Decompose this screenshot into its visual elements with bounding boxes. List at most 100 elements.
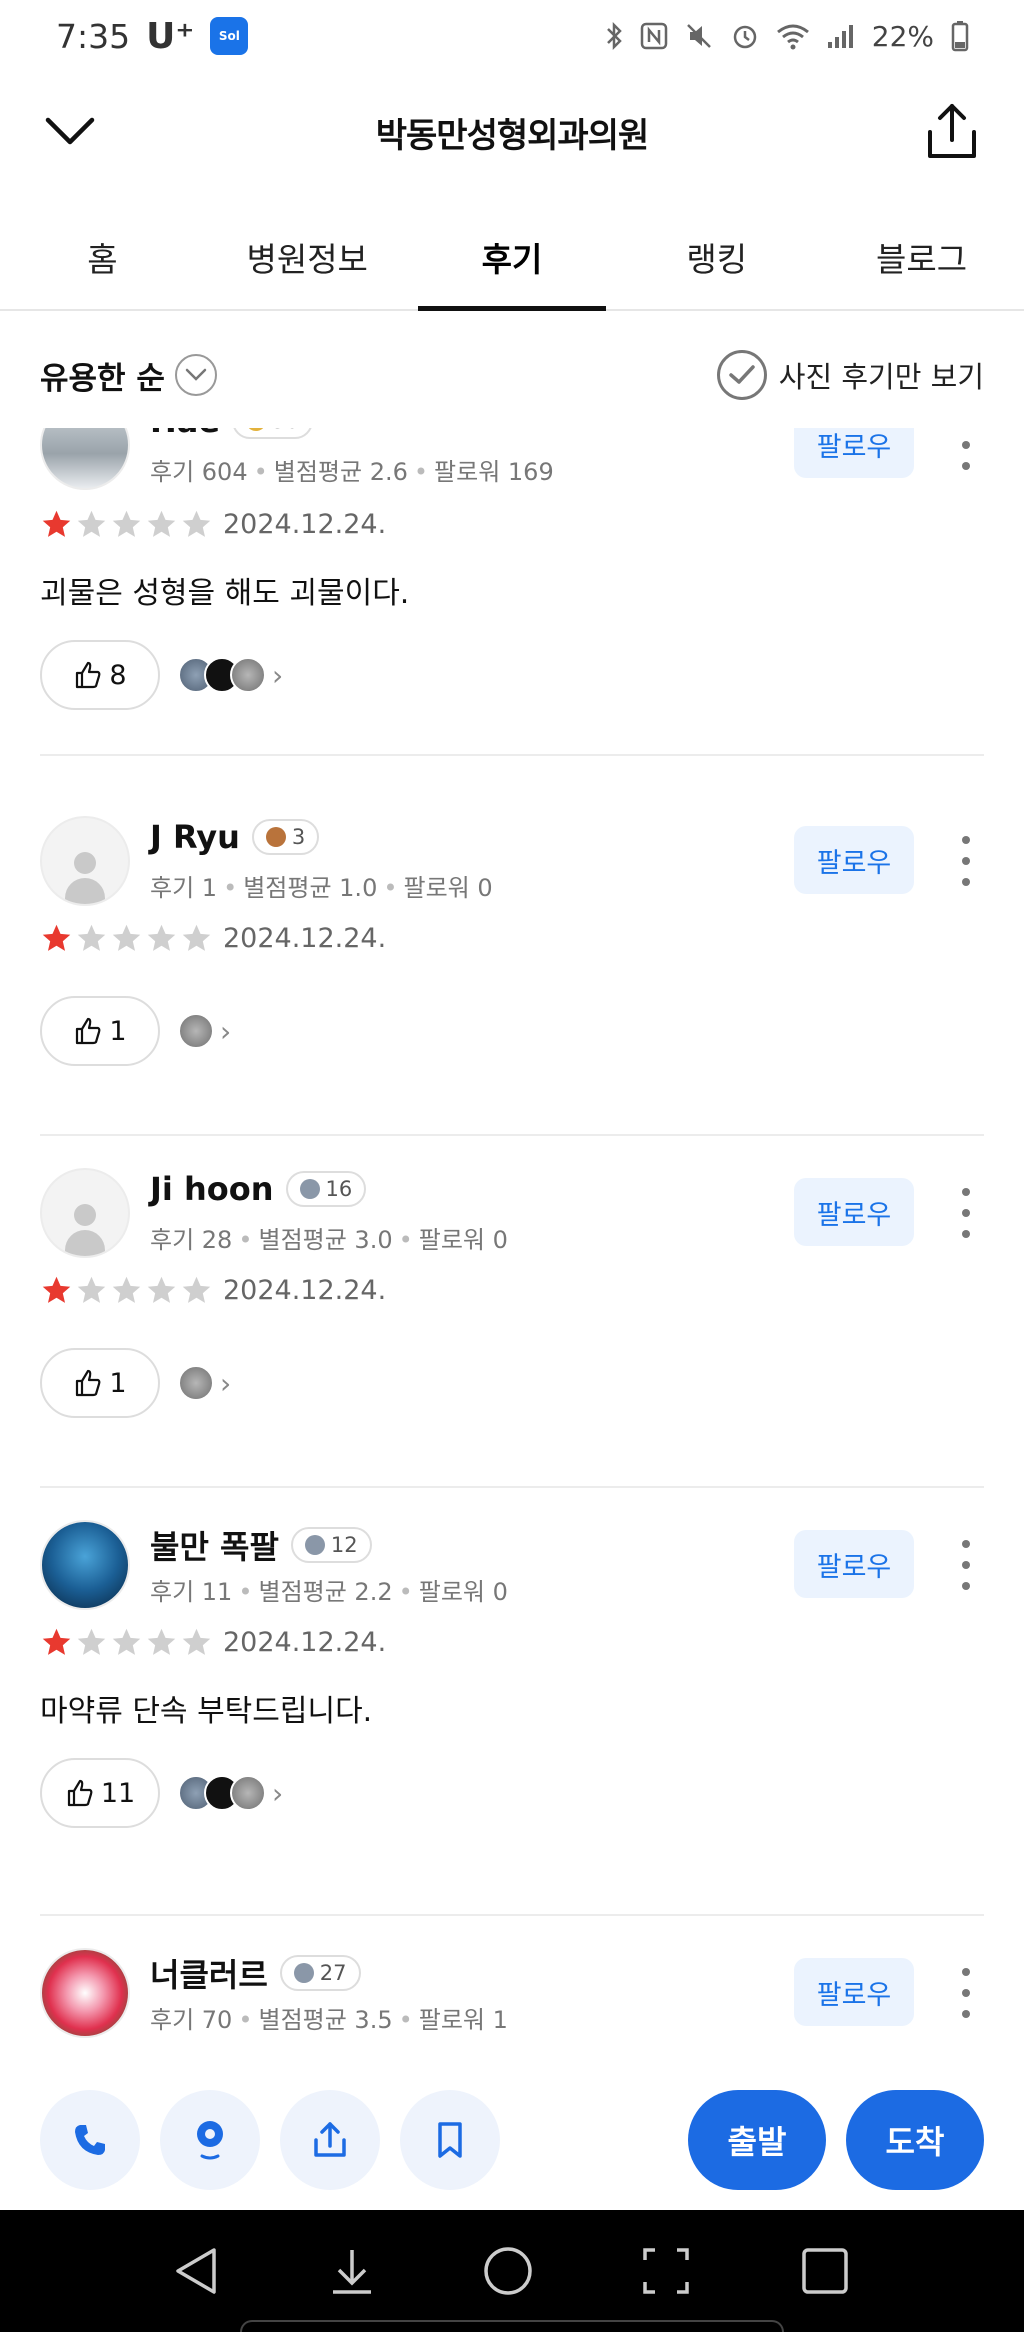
tab-blog[interactable]: 블로그 bbox=[819, 205, 1024, 309]
star-rating bbox=[40, 1274, 213, 1307]
home-icon[interactable] bbox=[481, 2244, 535, 2298]
chevron-down-icon[interactable] bbox=[40, 102, 100, 162]
system-nav-bar bbox=[0, 2210, 1024, 2332]
review-date: 2024.12.24. bbox=[223, 509, 387, 540]
tab-home[interactable]: 홈 bbox=[0, 205, 205, 309]
chevron-right-icon: › bbox=[272, 658, 284, 692]
review-item: Ji hoon 16 후기 28 • 별점평균 3.0 • 팔로워 0 팔로우 2024… bbox=[40, 1134, 984, 1488]
more-options-icon[interactable] bbox=[956, 836, 976, 886]
level-badge: 12 bbox=[290, 1527, 372, 1563]
level-badge: 3 bbox=[251, 819, 320, 855]
phone-icon bbox=[75, 2125, 105, 2155]
chevron-right-icon: › bbox=[272, 1776, 284, 1810]
avatar[interactable] bbox=[40, 1168, 130, 1258]
back-icon[interactable] bbox=[172, 2244, 222, 2298]
reaction-thumbnails[interactable]: › bbox=[178, 1775, 283, 1811]
like-button[interactable]: 1 bbox=[40, 996, 160, 1066]
star-rating bbox=[40, 508, 213, 541]
avatar[interactable] bbox=[40, 1520, 130, 1610]
wifi-icon bbox=[776, 24, 809, 50]
bluetooth-icon bbox=[606, 21, 622, 51]
rating-row: 2024.12.24. bbox=[40, 1626, 386, 1659]
like-button[interactable]: 1 bbox=[40, 1348, 160, 1418]
more-options-icon[interactable] bbox=[956, 1188, 976, 1238]
like-button[interactable]: 8 bbox=[40, 640, 160, 710]
filter-bar: 유용한 순 사진 후기만 보기 bbox=[40, 335, 984, 415]
follow-button[interactable]: 팔로우 bbox=[794, 826, 914, 894]
depart-button[interactable]: 출발 bbox=[688, 2090, 826, 2190]
tab-hospital-info[interactable]: 병원정보 bbox=[205, 205, 410, 309]
recents-icon[interactable] bbox=[798, 2244, 852, 2298]
screenshot-icon[interactable] bbox=[639, 2244, 693, 2298]
star-rating bbox=[40, 922, 213, 955]
share-button[interactable] bbox=[280, 2090, 380, 2190]
level-badge: 50 bbox=[232, 428, 313, 439]
rating-row: 2024.12.24. bbox=[40, 922, 386, 955]
photo-only-label: 사진 후기만 보기 bbox=[778, 360, 984, 394]
review-item: Hae 50 후기 604•별점평균 2.6•팔로워 169 팔로우 2024.… bbox=[40, 428, 984, 780]
level-badge: 27 bbox=[279, 1955, 361, 1991]
tab-ranking[interactable]: 랭킹 bbox=[614, 205, 819, 309]
chevron-down-icon bbox=[174, 354, 217, 396]
like-count: 1 bbox=[109, 1367, 127, 1399]
like-count: 11 bbox=[100, 1777, 136, 1809]
review-item: 불만 폭팔 12 후기 11 • 별점평균 2.2 • 팔로워 0 팔로우 2024.1… bbox=[40, 1486, 984, 1916]
review-text: 괴물은 성형을 해도 괴물이다. bbox=[40, 576, 410, 611]
location-button[interactable] bbox=[160, 2090, 260, 2190]
reviewer-name[interactable]: J Ryu bbox=[150, 818, 240, 856]
status-bar: 7:35 U⁺ Sol 22% bbox=[0, 0, 1024, 72]
more-options-icon[interactable] bbox=[956, 1540, 976, 1590]
bookmark-button[interactable] bbox=[400, 2090, 500, 2190]
rating-row: 2024.12.24. bbox=[40, 508, 386, 541]
chevron-right-icon: › bbox=[220, 1366, 232, 1400]
review-item: 너클러르 27 후기 70 • 별점평균 3.5 • 팔로워 1 팔로우 bbox=[40, 1914, 984, 2053]
review-date: 2024.12.24. bbox=[223, 1627, 387, 1658]
reviewer-name[interactable]: 불만 폭팔 bbox=[150, 1522, 279, 1568]
more-options-icon[interactable] bbox=[956, 428, 976, 470]
bookmark-icon bbox=[438, 2122, 462, 2158]
review-date: 2024.12.24. bbox=[223, 1275, 387, 1306]
like-count: 1 bbox=[109, 1015, 127, 1047]
mute-icon bbox=[686, 24, 711, 48]
reaction-thumbnails[interactable]: › bbox=[178, 1365, 231, 1401]
reviewer-stats: 후기 1 • 별점평균 1.0 • 팔로워 0 bbox=[150, 874, 493, 902]
chevron-right-icon: › bbox=[220, 1014, 232, 1048]
follow-button[interactable]: 팔로우 bbox=[794, 1178, 914, 1246]
call-button[interactable] bbox=[40, 2090, 140, 2190]
battery-icon bbox=[951, 21, 969, 52]
follow-button[interactable]: 팔로우 bbox=[794, 428, 914, 478]
reaction-thumbnails[interactable]: › bbox=[178, 1013, 231, 1049]
reviewer-name[interactable]: Ji hoon bbox=[150, 1170, 274, 1208]
avatar[interactable] bbox=[40, 1948, 130, 2038]
share-icon bbox=[314, 2122, 346, 2157]
reviewer-stats: 후기 11 • 별점평균 2.2 • 팔로워 0 bbox=[150, 1578, 508, 1606]
follow-button[interactable]: 팔로우 bbox=[794, 1958, 914, 2026]
reviewer-name[interactable]: 너클러르 bbox=[150, 1950, 268, 1996]
avatar[interactable] bbox=[40, 428, 130, 490]
sort-dropdown[interactable]: 유용한 순 bbox=[40, 353, 217, 398]
more-options-icon[interactable] bbox=[956, 1968, 976, 2018]
avatar[interactable] bbox=[40, 816, 130, 906]
reaction-thumbnails[interactable]: › bbox=[178, 657, 283, 693]
like-button[interactable]: 11 bbox=[40, 1758, 160, 1828]
review-date: 2024.12.24. bbox=[223, 923, 387, 954]
status-time: 7:35 bbox=[56, 16, 131, 56]
arrive-button[interactable]: 도착 bbox=[846, 2090, 984, 2190]
download-icon[interactable] bbox=[327, 2244, 377, 2298]
tab-reviews[interactable]: 후기 bbox=[410, 205, 615, 311]
reviewer-stats: 후기 28 • 별점평균 3.0 • 팔로워 0 bbox=[150, 1226, 508, 1254]
like-count: 8 bbox=[109, 659, 127, 691]
share-icon[interactable] bbox=[920, 100, 984, 164]
photo-only-toggle[interactable]: 사진 후기만 보기 bbox=[716, 350, 984, 400]
check-circle-icon bbox=[716, 350, 767, 400]
tab-bar: 홈 병원정보 후기 랭킹 블로그 bbox=[0, 205, 1024, 311]
pay-icon: Sol bbox=[210, 17, 249, 55]
reviewer-name[interactable]: Hae bbox=[150, 428, 220, 440]
thumbs-up-icon bbox=[67, 1779, 93, 1807]
reviewer-stats: 후기 70 • 별점평균 3.5 • 팔로워 1 bbox=[150, 2006, 508, 2034]
carrier-label: U⁺ bbox=[146, 15, 195, 57]
review-item: J Ryu 3 후기 1 • 별점평균 1.0 • 팔로워 0 팔로우 2024.12.… bbox=[40, 782, 984, 1136]
follow-button[interactable]: 팔로우 bbox=[794, 1530, 914, 1598]
review-list: Hae 50 후기 604•별점평균 2.6•팔로워 169 팔로우 2024.… bbox=[0, 428, 1024, 2053]
thumbs-up-icon bbox=[76, 1369, 101, 1397]
